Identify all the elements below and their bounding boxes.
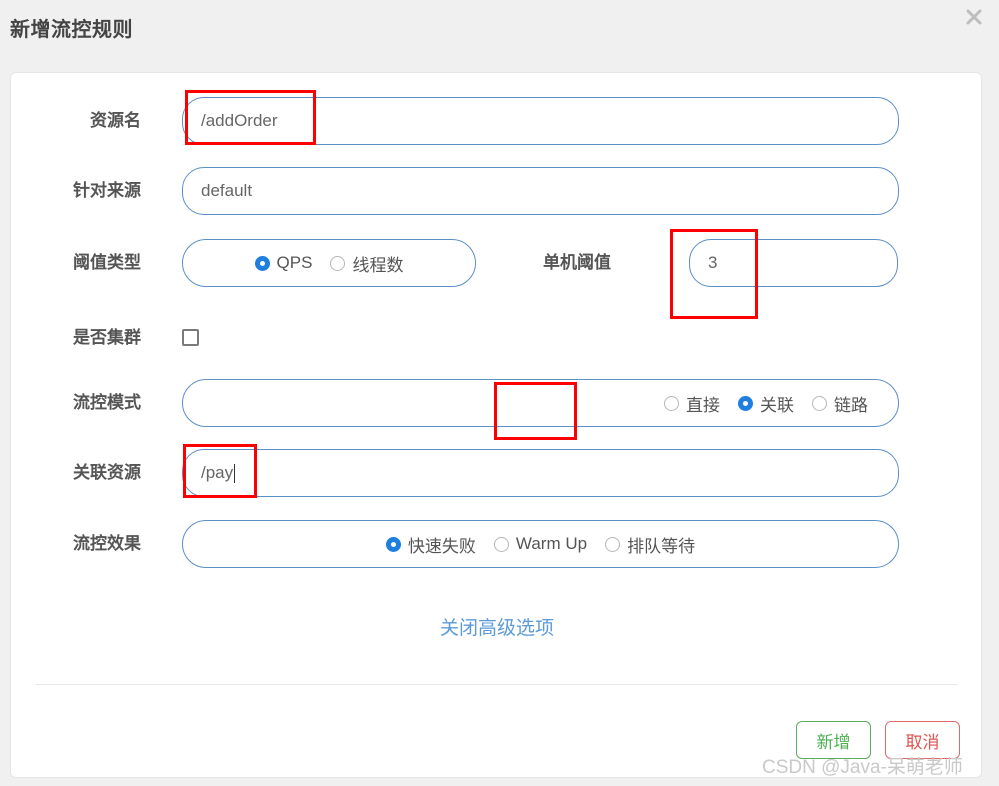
row-is-cluster: 是否集群: [11, 314, 981, 362]
radio-threshold-thread[interactable]: 线程数: [330, 251, 403, 276]
flow-mode-group[interactable]: 直接 关联 链路: [182, 379, 899, 427]
radio-dot-icon: [664, 395, 679, 411]
row-ref-resource: 关联资源 /pay: [11, 449, 981, 497]
label-flow-mode: 流控模式: [73, 393, 141, 412]
radio-label: Warm Up: [515, 534, 588, 553]
advanced-options-toggle[interactable]: 关闭高级选项: [11, 613, 983, 640]
text-cursor: [234, 463, 236, 483]
ref-resource-input[interactable]: /pay: [182, 449, 899, 497]
radio-label: 线程数: [352, 255, 404, 275]
radio-label: 快速失败: [407, 536, 476, 556]
label-resource-name: 资源名: [90, 111, 141, 130]
single-threshold-value: 3: [708, 253, 718, 272]
radio-flow-effect-fast-fail[interactable]: 快速失败: [385, 532, 476, 557]
flow-effect-group[interactable]: 快速失败 Warm Up 排队等待: [182, 520, 899, 568]
radio-label: 关联: [760, 395, 794, 415]
is-cluster-checkbox[interactable]: [182, 329, 199, 346]
row-flow-effect: 流控效果 快速失败 Warm Up 排队等待: [11, 520, 981, 568]
is-cluster-checkbox-wrap: [182, 329, 199, 346]
radio-dot-icon: [330, 255, 346, 271]
radio-flow-mode-associate[interactable]: 关联: [738, 391, 794, 416]
label-limit-app: 针对来源: [73, 181, 141, 200]
label-threshold-type: 阈值类型: [73, 253, 141, 272]
close-icon[interactable]: [959, 2, 989, 32]
row-limit-app: 针对来源 default: [11, 167, 981, 215]
threshold-type-group[interactable]: QPS 线程数: [182, 239, 476, 287]
form-panel: 资源名 /addOrder 针对来源 default 阈值类型 QPS 线程数 …: [10, 72, 982, 778]
ref-resource-value: /pay: [201, 463, 234, 482]
radio-dot-icon: [605, 536, 621, 552]
radio-flow-effect-queue[interactable]: 排队等待: [605, 532, 695, 557]
radio-dot-icon: [254, 255, 270, 271]
radio-flow-mode-chain[interactable]: 链路: [812, 391, 868, 416]
label-flow-effect: 流控效果: [73, 534, 141, 553]
dialog-root: 新增流控规则 资源名 /addOrder 针对来源 default 阈值类型 Q…: [0, 0, 999, 786]
radio-dot-icon: [738, 395, 753, 411]
row-flow-mode: 流控模式 直接 关联 链路: [11, 379, 981, 427]
label-ref-resource: 关联资源: [73, 463, 141, 482]
radio-threshold-qps[interactable]: QPS: [254, 253, 313, 273]
radio-dot-icon: [812, 395, 827, 411]
radio-dot-icon: [493, 536, 509, 552]
radio-flow-mode-direct[interactable]: 直接: [664, 391, 720, 416]
label-is-cluster: 是否集群: [73, 328, 141, 347]
single-threshold-input[interactable]: 3: [689, 239, 898, 287]
resource-name-value: /addOrder: [201, 111, 278, 130]
limit-app-input[interactable]: default: [182, 167, 899, 215]
row-resource-name: 资源名 /addOrder: [11, 97, 981, 145]
page-title: 新增流控规则: [10, 19, 133, 41]
watermark: CSDN @Java-呆萌老师: [762, 757, 963, 778]
limit-app-value: default: [201, 181, 253, 200]
radio-dot-icon: [385, 536, 401, 552]
radio-flow-effect-warm-up[interactable]: Warm Up: [493, 534, 588, 554]
radio-label: QPS: [276, 253, 313, 272]
radio-label: 排队等待: [627, 536, 696, 556]
resource-name-input[interactable]: /addOrder: [182, 97, 899, 145]
footer-divider: [36, 684, 958, 685]
row-threshold: 阈值类型 QPS 线程数 单机阈值 3: [11, 239, 981, 287]
radio-label: 链路: [834, 395, 868, 415]
label-single-threshold: 单机阈值: [543, 253, 611, 272]
radio-label: 直接: [686, 395, 720, 415]
